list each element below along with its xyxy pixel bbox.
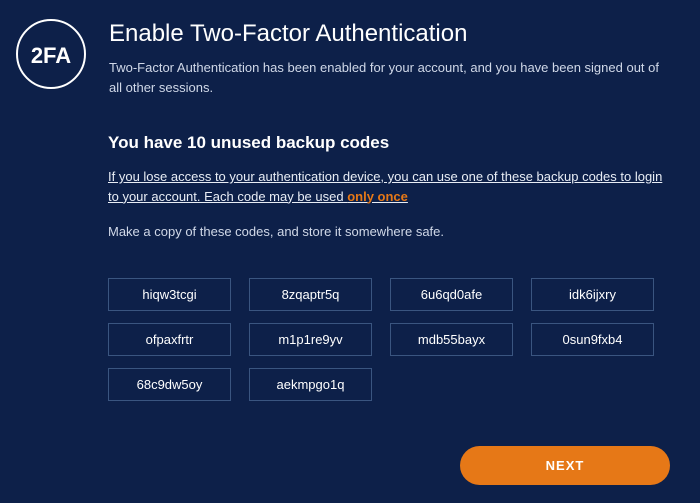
- backup-codes-grid: hiqw3tcgi 8zqaptr5q 6u6qd0afe idk6ijxry …: [108, 278, 670, 401]
- backup-code: 8zqaptr5q: [249, 278, 372, 311]
- main-content: You have 10 unused backup codes If you l…: [0, 133, 700, 401]
- warning-highlight: only once: [347, 189, 408, 204]
- page-title: Enable Two-Factor Authentication: [109, 20, 670, 48]
- backup-code: mdb55bayx: [390, 323, 513, 356]
- next-button[interactable]: NEXT: [460, 446, 670, 485]
- icon-label: 2FA: [31, 43, 71, 68]
- two-factor-icon: 2FA: [15, 18, 87, 95]
- backup-code: 0sun9fxb4: [531, 323, 654, 356]
- page-subtitle: Two-Factor Authentication has been enabl…: [109, 58, 670, 97]
- header-text: Enable Two-Factor Authentication Two-Fac…: [109, 18, 670, 97]
- backup-codes-heading: You have 10 unused backup codes: [108, 133, 670, 153]
- backup-code: ofpaxfrtr: [108, 323, 231, 356]
- header: 2FA Enable Two-Factor Authentication Two…: [0, 0, 700, 97]
- backup-codes-instruction: Make a copy of these codes, and store it…: [108, 222, 670, 242]
- backup-codes-warning: If you lose access to your authenticatio…: [108, 167, 670, 206]
- backup-code: 68c9dw5oy: [108, 368, 231, 401]
- backup-code: 6u6qd0afe: [390, 278, 513, 311]
- backup-code: aekmpgo1q: [249, 368, 372, 401]
- backup-code: hiqw3tcgi: [108, 278, 231, 311]
- footer: NEXT: [460, 446, 670, 485]
- backup-code: idk6ijxry: [531, 278, 654, 311]
- backup-code: m1p1re9yv: [249, 323, 372, 356]
